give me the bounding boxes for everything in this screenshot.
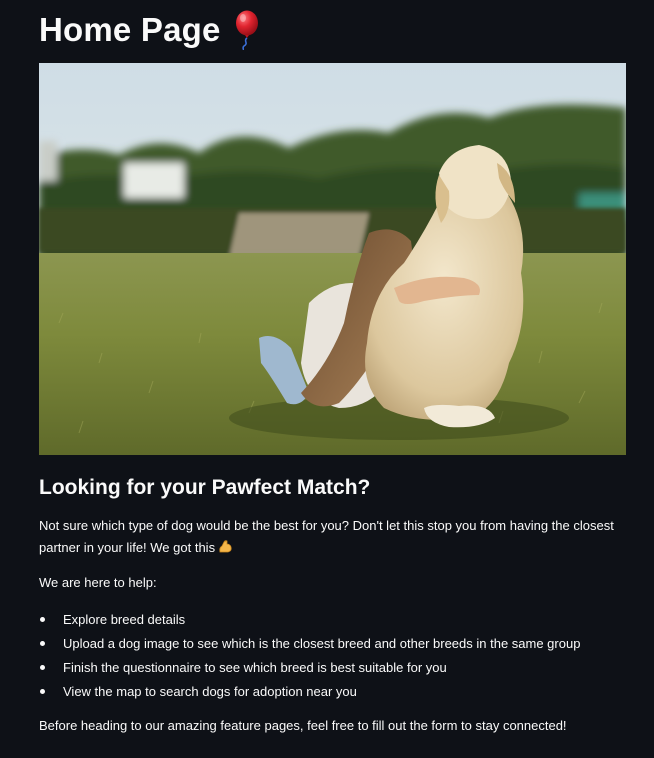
intro-paragraph: Not sure which type of dog would be the … xyxy=(39,515,619,561)
help-text: We are here to help: xyxy=(39,575,157,590)
page-header: Home Page xyxy=(39,6,261,54)
balloon-icon xyxy=(231,10,261,51)
list-item: Finish the questionnaire to see which br… xyxy=(39,656,580,680)
page-title: Home Page xyxy=(39,11,221,48)
feature-text: Explore breed details xyxy=(63,612,186,627)
list-item: View the map to search dogs for adoption… xyxy=(39,680,580,704)
bullet-icon xyxy=(40,641,45,646)
feature-text: Upload a dog image to see which is the c… xyxy=(63,636,581,651)
feature-text: Finish the questionnaire to see which br… xyxy=(63,660,447,675)
bullet-icon xyxy=(40,617,45,622)
bullet-icon xyxy=(40,689,45,694)
intro-text: Not sure which type of dog would be the … xyxy=(39,518,614,555)
list-item: Upload a dog image to see which is the c… xyxy=(39,632,580,656)
outro-paragraph: Before heading to our amazing feature pa… xyxy=(39,718,567,733)
feature-list: Explore breed details Upload a dog image… xyxy=(39,608,580,704)
list-item: Explore breed details xyxy=(39,608,580,632)
section-subheader: Looking for your Pawfect Match? xyxy=(39,476,371,499)
bullet-icon xyxy=(40,665,45,670)
flexed-biceps-icon xyxy=(218,539,233,561)
hero-photo xyxy=(39,63,626,455)
feature-text: View the map to search dogs for adoption… xyxy=(63,684,357,699)
